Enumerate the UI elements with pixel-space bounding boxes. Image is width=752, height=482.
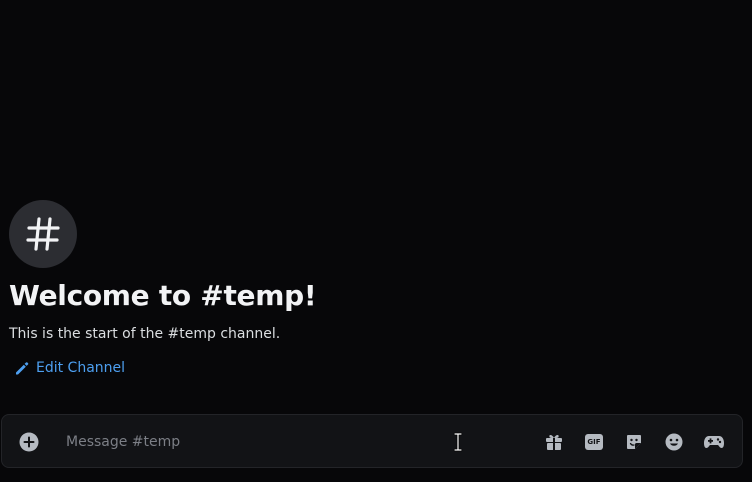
edit-channel-link[interactable]: Edit Channel	[14, 360, 125, 376]
gif-button[interactable]: GIF	[582, 430, 606, 454]
plus-circle-icon	[19, 432, 39, 452]
edit-channel-label: Edit Channel	[36, 360, 126, 376]
hash-icon	[26, 217, 60, 251]
emoji-button[interactable]	[662, 430, 686, 454]
attach-button[interactable]	[18, 431, 40, 453]
activities-button[interactable]	[702, 430, 726, 454]
welcome-description: This is the start of the #temp channel.	[9, 326, 281, 342]
sticker-button[interactable]	[622, 430, 646, 454]
pencil-icon	[16, 362, 29, 375]
emoji-icon	[665, 433, 683, 451]
message-input[interactable]	[66, 429, 446, 455]
sticker-icon	[627, 435, 641, 449]
gif-icon: GIF	[585, 434, 603, 450]
chat-area: Welcome to #temp! This is the start of t…	[0, 0, 752, 482]
gift-icon	[546, 435, 562, 450]
gamepad-icon	[704, 436, 724, 448]
gift-button[interactable]	[542, 430, 566, 454]
text-cursor-icon	[453, 432, 463, 452]
channel-hash-avatar	[9, 200, 77, 268]
message-composer: GIF	[1, 414, 743, 468]
welcome-heading: Welcome to #temp!	[9, 279, 317, 312]
